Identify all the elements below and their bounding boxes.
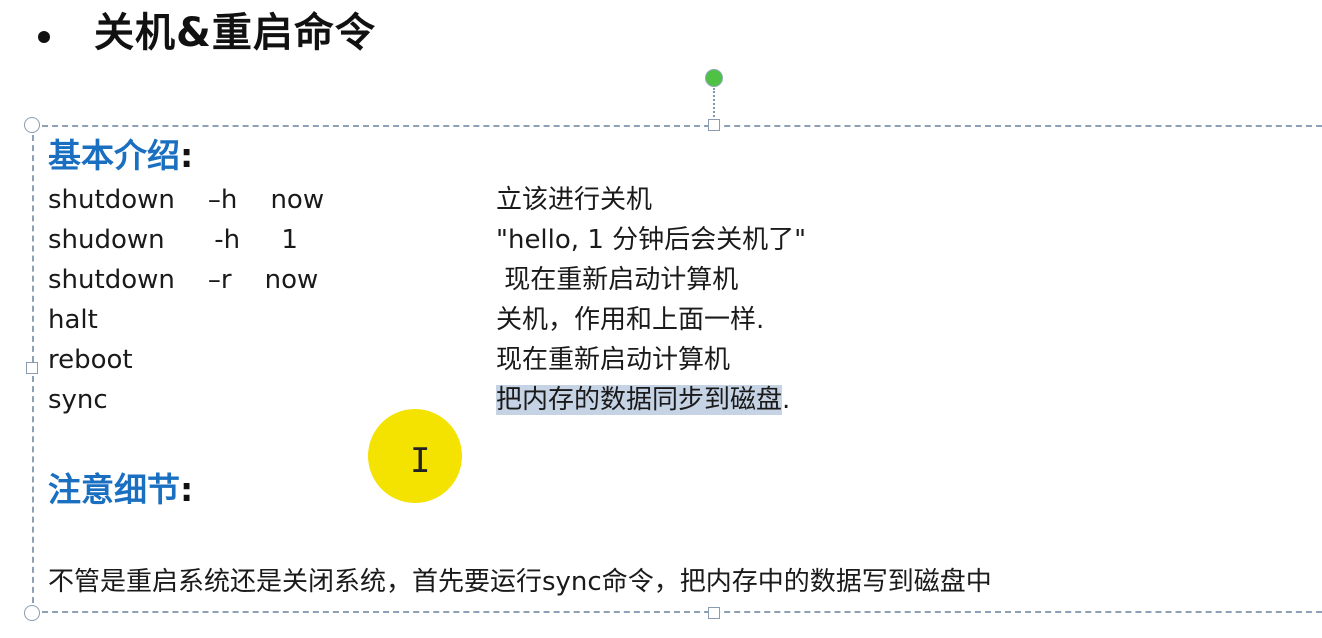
rotate-handle-icon[interactable] — [705, 69, 723, 87]
command-description: "hello, 1 分钟后会关机了" — [496, 225, 807, 255]
heading-colon: : — [180, 470, 194, 509]
resize-handle-bottom-left[interactable] — [24, 605, 40, 621]
notes-heading: 注意细节: — [48, 468, 193, 512]
command-description: 现在重新启动计算机 — [496, 265, 739, 295]
command-text: halt — [48, 305, 98, 335]
command-text: sync — [48, 385, 108, 415]
heading-colon: : — [180, 136, 194, 175]
command-description: 把内存的数据同步到磁盘. — [496, 380, 790, 420]
command-row: reboot 现在重新启动计算机 — [0, 340, 1322, 380]
selected-text-highlight[interactable]: 把内存的数据同步到磁盘 — [496, 385, 783, 415]
notes-body-text: 不管是重启系统还是关闭系统，首先要运行sync命令，把内存中的数据写到磁盘中 — [48, 567, 992, 597]
command-row: halt 关机，作用和上面一样. — [0, 300, 1322, 340]
command-text: shutdown –r now — [48, 265, 319, 295]
resize-handle-top-left[interactable] — [24, 117, 40, 133]
command-description: 立该进行关机 — [496, 185, 653, 215]
text-cursor-icon: I — [410, 441, 431, 481]
bullet-dot-icon — [38, 31, 50, 43]
resize-handle-bottom[interactable] — [708, 607, 720, 619]
basic-intro-heading-text: 基本介绍 — [48, 136, 180, 175]
notes-heading-text: 注意细节 — [48, 470, 180, 509]
command-row: shutdown –h now 立该进行关机 — [0, 180, 1322, 220]
command-text: reboot — [48, 345, 133, 375]
basic-intro-heading: 基本介绍: — [48, 134, 193, 178]
command-text: shutdown –h now — [48, 185, 325, 215]
command-description: 关机，作用和上面一样. — [496, 305, 765, 335]
command-row: shudown -h 1 "hello, 1 分钟后会关机了" — [0, 220, 1322, 260]
command-row: shutdown –r now 现在重新启动计算机 — [0, 260, 1322, 300]
command-text: shudown -h 1 — [48, 225, 298, 255]
slide-title: 关机&重启命令 — [94, 10, 376, 56]
command-description: 现在重新启动计算机 — [496, 345, 731, 375]
resize-handle-top[interactable] — [708, 119, 720, 131]
description-tail: . — [782, 385, 791, 415]
command-row: sync 把内存的数据同步到磁盘. — [0, 380, 1322, 420]
